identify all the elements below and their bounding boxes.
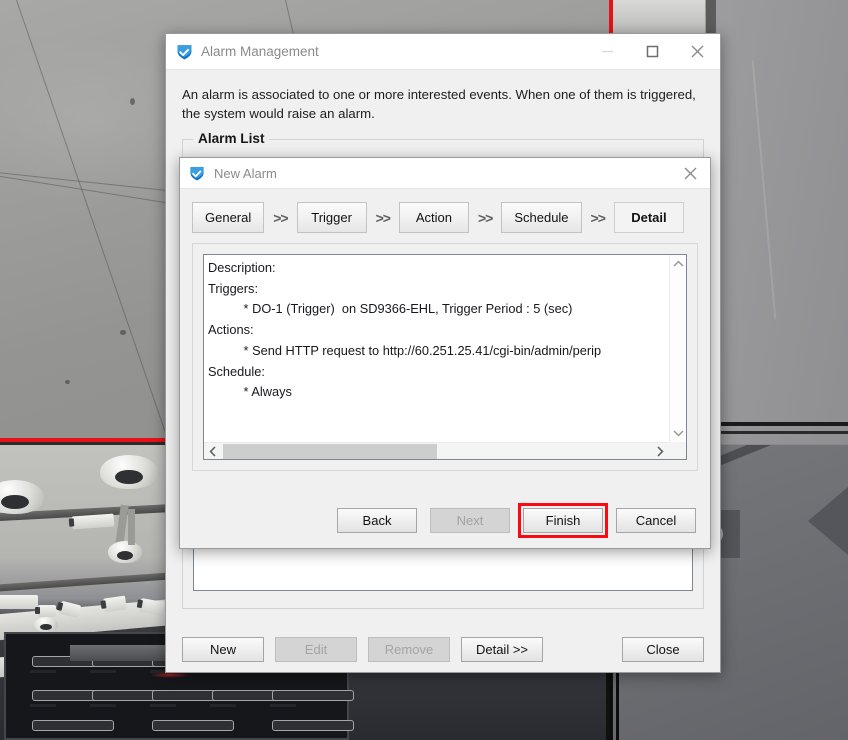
chevron-down-icon[interactable] — [670, 424, 687, 442]
chevron-right-icon[interactable] — [651, 443, 669, 460]
alarm-management-footer: New Edit Remove Detail >> Close — [166, 626, 720, 672]
vivotek-shield-check-icon — [176, 43, 193, 60]
remove-button[interactable]: Remove — [368, 637, 450, 662]
new-alarm-titlebar[interactable]: New Alarm — [180, 158, 710, 189]
new-button[interactable]: New — [182, 637, 264, 662]
vivotek-shield-check-icon — [189, 165, 206, 182]
vertical-scrollbar[interactable] — [669, 255, 686, 442]
new-alarm-window-controls — [670, 158, 710, 188]
wizard-separator-2: >> — [367, 210, 399, 226]
wizard-step-schedule[interactable]: Schedule — [501, 202, 581, 233]
window-controls — [585, 34, 720, 69]
new-alarm-title: New Alarm — [214, 166, 670, 181]
detail-textarea-content: Description: Triggers: * DO-1 (Trigger) … — [208, 258, 668, 403]
wizard-separator-1: >> — [264, 210, 296, 226]
maximize-icon[interactable] — [630, 34, 675, 69]
alarm-management-titlebar[interactable]: Alarm Management — [166, 34, 720, 70]
new-alarm-footer: Back Next Finish Cancel — [180, 492, 710, 548]
next-button[interactable]: Next — [430, 508, 510, 533]
finish-button[interactable]: Finish — [523, 508, 603, 533]
finish-button-highlight-wrapper: Finish — [523, 508, 603, 533]
back-button[interactable]: Back — [337, 508, 417, 533]
edit-button[interactable]: Edit — [275, 637, 357, 662]
scrollbar-corner — [669, 442, 686, 459]
wizard-step-general[interactable]: General — [192, 202, 264, 233]
chevron-up-icon[interactable] — [670, 255, 687, 273]
close-icon[interactable] — [675, 34, 720, 69]
detail-panel: Description: Triggers: * DO-1 (Trigger) … — [192, 243, 698, 471]
dialog-description: An alarm is associated to one or more in… — [182, 86, 704, 123]
new-alarm-window: New Alarm General >> Trigger >> Action >… — [179, 157, 711, 549]
window-title: Alarm Management — [201, 44, 585, 59]
chevron-left-icon[interactable] — [204, 443, 222, 460]
detail-textarea[interactable]: Description: Triggers: * DO-1 (Trigger) … — [203, 254, 687, 460]
close-button[interactable]: Close — [622, 637, 704, 662]
wizard-steps: General >> Trigger >> Action >> Schedule… — [180, 189, 710, 243]
cancel-button[interactable]: Cancel — [616, 508, 696, 533]
wizard-separator-3: >> — [469, 210, 501, 226]
wizard-step-action[interactable]: Action — [399, 202, 469, 233]
close-icon[interactable] — [670, 158, 710, 188]
minimize-icon[interactable] — [585, 34, 630, 69]
alarm-list-legend: Alarm List — [193, 131, 269, 146]
wizard-step-detail[interactable]: Detail — [614, 202, 684, 233]
wizard-separator-4: >> — [582, 210, 614, 226]
horizontal-scrollbar-thumb[interactable] — [223, 444, 437, 459]
detail-toggle-button[interactable]: Detail >> — [461, 637, 543, 662]
horizontal-scrollbar[interactable] — [204, 442, 686, 459]
wizard-step-trigger[interactable]: Trigger — [297, 202, 367, 233]
